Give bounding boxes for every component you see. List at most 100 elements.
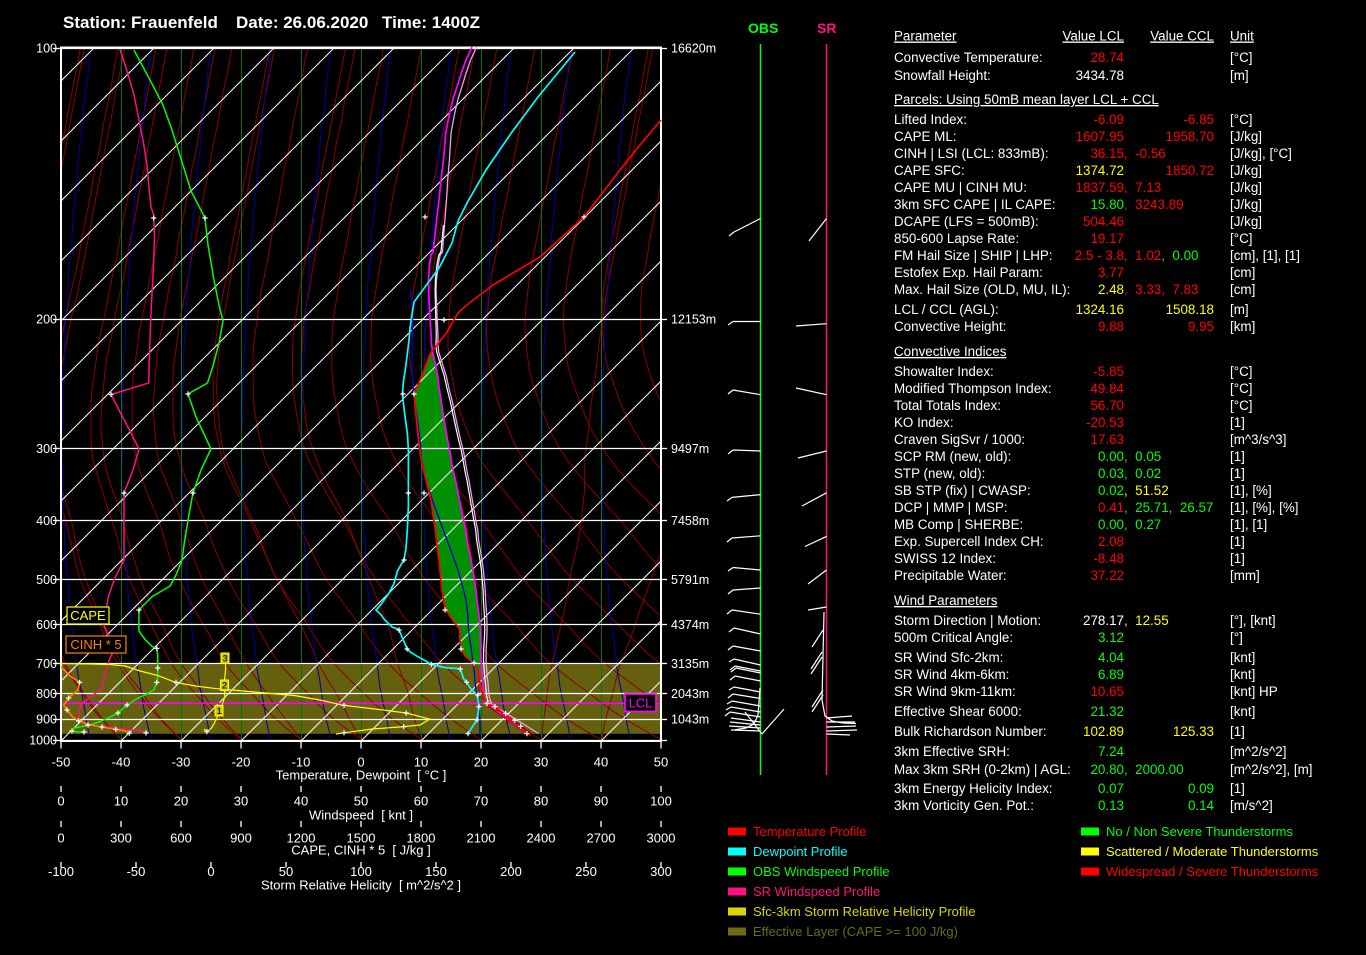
svg-text:3135m: 3135m bbox=[671, 657, 709, 671]
svg-text:, 0.02: , 0.02 bbox=[1124, 466, 1161, 481]
svg-text:3000: 3000 bbox=[647, 831, 676, 846]
svg-text:[J/kg]: [J/kg] bbox=[1230, 197, 1262, 212]
svg-text:-5.85: -5.85 bbox=[1093, 364, 1124, 379]
svg-text:20: 20 bbox=[474, 755, 488, 770]
svg-text:700: 700 bbox=[36, 657, 57, 671]
svg-text:Max 3km SRH (0-2km) | AGL:: Max 3km SRH (0-2km) | AGL: bbox=[894, 762, 1071, 777]
svg-text:0: 0 bbox=[207, 864, 214, 879]
svg-text:9.95: 9.95 bbox=[1188, 319, 1214, 334]
svg-text:12153m: 12153m bbox=[671, 313, 716, 327]
svg-text:[m^3/s^3]: [m^3/s^3] bbox=[1230, 432, 1286, 447]
svg-text:60: 60 bbox=[414, 794, 428, 809]
svg-text:2100: 2100 bbox=[467, 831, 496, 846]
svg-text:[J/kg]: [J/kg] bbox=[1230, 163, 1262, 178]
svg-text:[1], [%], [%]: [1], [%], [%] bbox=[1230, 500, 1298, 515]
svg-text:3.77: 3.77 bbox=[1098, 265, 1124, 280]
svg-text:Modified Thompson Index:: Modified Thompson Index: bbox=[894, 381, 1052, 396]
svg-text:[°C]: [°C] bbox=[1230, 112, 1252, 127]
svg-text:600: 600 bbox=[170, 831, 192, 846]
svg-text:1374.72: 1374.72 bbox=[1076, 163, 1124, 178]
svg-text:0.07: 0.07 bbox=[1098, 781, 1124, 796]
svg-text:36.15: 36.15 bbox=[1090, 146, 1124, 161]
svg-text:Convective Height:: Convective Height: bbox=[894, 319, 1006, 334]
svg-text:No / Non Severe Thunderstorms: No / Non Severe Thunderstorms bbox=[1106, 824, 1293, 839]
svg-text:[1]: [1] bbox=[1230, 724, 1245, 739]
svg-text:30: 30 bbox=[234, 794, 248, 809]
svg-text:Dewpoint Profile: Dewpoint Profile bbox=[753, 844, 848, 859]
svg-text:49.84: 49.84 bbox=[1090, 381, 1124, 396]
svg-text:Parameter: Parameter bbox=[894, 29, 957, 44]
svg-text:-20.53: -20.53 bbox=[1086, 415, 1124, 430]
svg-text:[knt]: [knt] bbox=[1230, 667, 1255, 682]
svg-text:3km Vorticity Gen. Pot.:: 3km Vorticity Gen. Pot.: bbox=[894, 798, 1034, 813]
svg-text:[°C]: [°C] bbox=[1230, 381, 1252, 396]
svg-text:-8.48: -8.48 bbox=[1093, 551, 1124, 566]
svg-text:SR Windspeed Profile: SR Windspeed Profile bbox=[753, 884, 880, 899]
svg-text:0.03: 0.03 bbox=[1098, 466, 1124, 481]
svg-text:[1], [1]: [1], [1] bbox=[1230, 517, 1267, 532]
svg-text:CAPE MU | CINH MU:: CAPE MU | CINH MU: bbox=[894, 180, 1027, 195]
svg-text:1837.59: 1837.59 bbox=[1076, 180, 1124, 195]
svg-text:Storm Relative Helicity [ m^2: Storm Relative Helicity [ m^2/s^2 ] bbox=[261, 878, 461, 893]
svg-text:Station: Frauenfeld: Station: Frauenfeld bbox=[63, 13, 218, 32]
svg-text:[1]: [1] bbox=[1230, 534, 1245, 549]
svg-text:LCL: LCL bbox=[629, 696, 653, 711]
svg-text:, 1.02, 0.00: , 1.02, 0.00 bbox=[1124, 248, 1198, 263]
svg-text:2: 2 bbox=[222, 681, 227, 692]
svg-text:100: 100 bbox=[36, 42, 57, 56]
svg-text:80: 80 bbox=[534, 794, 548, 809]
svg-text:9.88: 9.88 bbox=[1098, 319, 1124, 334]
svg-text:10: 10 bbox=[114, 794, 128, 809]
svg-text:[1]: [1] bbox=[1230, 449, 1245, 464]
svg-text:50: 50 bbox=[654, 755, 668, 770]
svg-text:-50: -50 bbox=[52, 755, 71, 770]
svg-text:, 3.33, 7.83: , 3.33, 7.83 bbox=[1124, 282, 1198, 297]
svg-text:4374m: 4374m bbox=[671, 618, 709, 632]
svg-text:7458m: 7458m bbox=[671, 514, 709, 528]
svg-text:LCL / CCL (AGL):: LCL / CCL (AGL): bbox=[894, 302, 999, 317]
svg-text:-40: -40 bbox=[112, 755, 131, 770]
svg-text:100: 100 bbox=[650, 794, 672, 809]
svg-text:Widespread / Severe Thundersto: Widespread / Severe Thunderstorms bbox=[1106, 864, 1319, 879]
svg-text:Total Totals Index:: Total Totals Index: bbox=[894, 398, 1001, 413]
svg-text:21.32: 21.32 bbox=[1090, 704, 1124, 719]
svg-text:40: 40 bbox=[294, 794, 308, 809]
svg-text:Snowfall Height:: Snowfall Height: bbox=[894, 68, 991, 83]
svg-text:30: 30 bbox=[534, 755, 548, 770]
svg-text:0.09: 0.09 bbox=[1188, 781, 1214, 796]
svg-text:[°C]: [°C] bbox=[1230, 50, 1252, 65]
svg-text:504.46: 504.46 bbox=[1083, 214, 1124, 229]
svg-text:125.33: 125.33 bbox=[1173, 724, 1214, 739]
svg-text:CINH * 5: CINH * 5 bbox=[70, 637, 121, 652]
svg-text:Windspeed [ knt ]: Windspeed [ knt ] bbox=[309, 808, 413, 823]
svg-text:0: 0 bbox=[57, 831, 64, 846]
svg-text:0.13: 0.13 bbox=[1098, 798, 1124, 813]
svg-text:Max. Hail Size (OLD, MU, IL):: Max. Hail Size (OLD, MU, IL): bbox=[894, 282, 1070, 297]
svg-text:[cm]: [cm] bbox=[1230, 265, 1255, 280]
svg-text:0.02: 0.02 bbox=[1098, 483, 1124, 498]
svg-text:4.04: 4.04 bbox=[1098, 650, 1125, 665]
svg-text:, 2000.00: , 2000.00 bbox=[1124, 762, 1184, 777]
svg-text:SWISS 12 Index:: SWISS 12 Index: bbox=[894, 551, 996, 566]
svg-text:[J/kg]: [J/kg] bbox=[1230, 180, 1262, 195]
svg-text:20: 20 bbox=[174, 794, 188, 809]
svg-text:70: 70 bbox=[474, 794, 488, 809]
svg-text:, 3243.89: , 3243.89 bbox=[1124, 197, 1184, 212]
svg-text:[1]: [1] bbox=[1230, 781, 1245, 796]
svg-text:2700: 2700 bbox=[587, 831, 616, 846]
svg-text:7.24: 7.24 bbox=[1098, 744, 1125, 759]
svg-text:3.12: 3.12 bbox=[1098, 630, 1124, 645]
svg-text:1000: 1000 bbox=[29, 734, 57, 748]
svg-text:6.89: 6.89 bbox=[1098, 667, 1124, 682]
svg-text:-30: -30 bbox=[172, 755, 191, 770]
svg-text:[knt]: [knt] bbox=[1230, 650, 1255, 665]
svg-text:Convective Indices: Convective Indices bbox=[894, 344, 1007, 359]
svg-text:[cm]: [cm] bbox=[1230, 282, 1255, 297]
svg-text:250: 250 bbox=[575, 864, 597, 879]
svg-text:DCAPE (LFS = 500mB):: DCAPE (LFS = 500mB): bbox=[894, 214, 1039, 229]
svg-text:Craven SigSvr / 1000:: Craven SigSvr / 1000: bbox=[894, 432, 1025, 447]
svg-text:1: 1 bbox=[216, 706, 222, 717]
svg-text:50: 50 bbox=[354, 794, 368, 809]
svg-text:[°C]: [°C] bbox=[1230, 231, 1252, 246]
svg-text:2.48: 2.48 bbox=[1098, 282, 1124, 297]
